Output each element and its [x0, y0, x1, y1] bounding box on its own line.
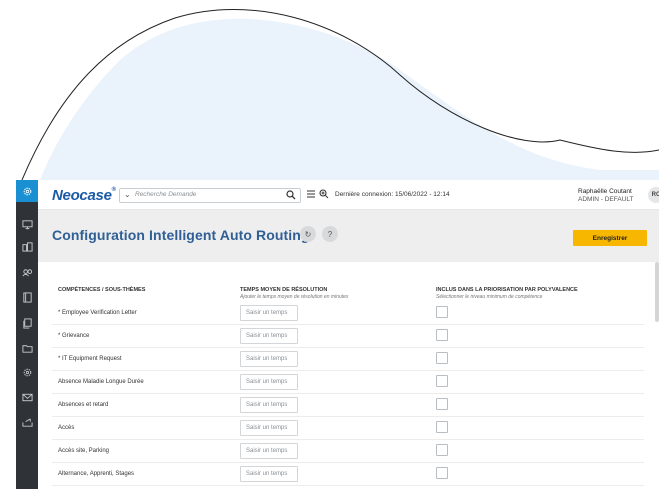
- priority-checkbox[interactable]: [436, 467, 448, 479]
- time-input[interactable]: Saisir un temps: [240, 328, 298, 344]
- skill-label: Absence Maladie Longue Durée: [58, 379, 144, 385]
- skill-label: Accès: [58, 425, 75, 431]
- book-icon: [22, 291, 32, 303]
- priority-checkbox[interactable]: [436, 398, 448, 410]
- time-input[interactable]: Saisir un temps: [240, 374, 298, 390]
- list-icon[interactable]: [306, 189, 316, 199]
- skill-label: Accès site, Parking: [58, 448, 110, 454]
- search-input[interactable]: Recherche Demande: [135, 191, 196, 198]
- skill-label: Alternance, Apprenti, Stages: [58, 471, 135, 477]
- cog-icon: [23, 368, 31, 376]
- building-icon: [21, 241, 33, 252]
- sidebar-item-documents[interactable]: [16, 286, 38, 308]
- skill-label: * Grievance: [58, 333, 90, 339]
- sidebar-item-buildings[interactable]: [16, 235, 38, 257]
- priority-checkbox[interactable]: [436, 352, 448, 364]
- help-button[interactable]: ?: [322, 226, 338, 242]
- folder-icon: [21, 344, 33, 353]
- priority-checkbox[interactable]: [436, 375, 448, 387]
- user-info[interactable]: Raphaëlle Coutant ADMIN - DEFAULT: [578, 188, 634, 204]
- outbox-icon: [21, 417, 33, 427]
- search-icon[interactable]: [286, 190, 296, 200]
- skill-label: * IT Equipment Request: [58, 356, 122, 362]
- skill-label: Absences et retard: [58, 402, 109, 408]
- last-login: Dernière connexion: 15/06/2022 - 12:14: [335, 191, 450, 198]
- zoom-in-icon[interactable]: [319, 189, 329, 199]
- sidebar-item-config[interactable]: [16, 361, 38, 383]
- screen: Neocase® ⌄ Recherche Demande Dernière co…: [0, 0, 659, 489]
- sidebar-item-settings[interactable]: [16, 180, 38, 202]
- sidebar-item-monitor[interactable]: [16, 213, 38, 235]
- priority-checkbox[interactable]: [436, 421, 448, 433]
- top-bar: Neocase® ⌄ Recherche Demande Dernière co…: [38, 180, 659, 210]
- main-content: COMPÉTENCES / SOUS-THÈMES TEMPS MOYEN DE…: [38, 262, 659, 489]
- time-input[interactable]: Saisir un temps: [240, 305, 298, 321]
- page-title: Configuration Intelligent Auto Routing: [52, 227, 310, 243]
- app-window: Neocase® ⌄ Recherche Demande Dernière co…: [16, 180, 659, 489]
- table-row: * IT Equipment Request Saisir un temps: [52, 348, 644, 371]
- page-header: Configuration Intelligent Auto Routing ↻…: [38, 210, 659, 262]
- mail-icon: [21, 393, 33, 401]
- priority-checkbox[interactable]: [436, 306, 448, 318]
- priority-checkbox[interactable]: [436, 444, 448, 456]
- search-box[interactable]: ⌄ Recherche Demande: [119, 188, 301, 203]
- save-button[interactable]: Enregistrer: [573, 230, 647, 246]
- neocase-logo: Neocase®: [52, 187, 116, 204]
- col-time-header: TEMPS MOYEN DE RÉSOLUTION: [240, 287, 328, 293]
- time-input[interactable]: Saisir un temps: [240, 397, 298, 413]
- monitor-icon: [21, 219, 33, 229]
- help-icon: ?: [327, 229, 333, 239]
- user-name: Raphaëlle Coutant: [578, 188, 632, 195]
- table-row: Alternance, Apprenti, Stages Saisir un t…: [52, 463, 644, 486]
- sidebar-item-mail[interactable]: [16, 386, 38, 408]
- avatar[interactable]: RC: [648, 187, 659, 203]
- table-row: Accès site, Parking Saisir un temps: [52, 440, 644, 463]
- skill-label: * Employee Verification Letter: [58, 310, 137, 316]
- copy-icon: [22, 317, 32, 329]
- time-input[interactable]: Saisir un temps: [240, 420, 298, 436]
- vertical-scrollbar[interactable]: [655, 262, 659, 322]
- users-icon: [21, 268, 32, 276]
- sidebar-item-outbox[interactable]: [16, 411, 38, 433]
- sidebar: [16, 180, 38, 489]
- time-input[interactable]: Saisir un temps: [240, 443, 298, 459]
- refresh-icon: ↻: [304, 229, 312, 239]
- time-input[interactable]: Saisir un temps: [240, 466, 298, 482]
- col-skills-header: COMPÉTENCES / SOUS-THÈMES: [58, 287, 146, 293]
- time-input[interactable]: Saisir un temps: [240, 351, 298, 367]
- decorative-background: [21, 8, 659, 180]
- priority-checkbox[interactable]: [436, 329, 448, 341]
- table-row: Absences et retard Saisir un temps: [52, 394, 644, 417]
- chevron-down-icon[interactable]: ⌄: [124, 190, 131, 199]
- user-role: ADMIN - DEFAULT: [578, 196, 634, 203]
- table-row: Absence Maladie Longue Durée Saisir un t…: [52, 371, 644, 394]
- gear-icon: [23, 187, 31, 195]
- col-priority-header: INCLUS DANS LA PRIORISATION PAR POLYVALE…: [436, 287, 578, 293]
- table-row: * Grievance Saisir un temps: [52, 325, 644, 348]
- table-row: Accès Saisir un temps: [52, 417, 644, 440]
- refresh-button[interactable]: ↻: [300, 226, 316, 242]
- sidebar-item-pages[interactable]: [16, 312, 38, 334]
- table-row: * Employee Verification Letter Saisir un…: [52, 302, 644, 325]
- col-priority-subheader: Sélectionner le niveau minimum de compét…: [436, 294, 543, 300]
- sidebar-item-users[interactable]: [16, 261, 38, 283]
- sidebar-item-folders[interactable]: [16, 337, 38, 359]
- col-time-subheader: Ajouter le temps moyen de résolution en …: [240, 294, 349, 300]
